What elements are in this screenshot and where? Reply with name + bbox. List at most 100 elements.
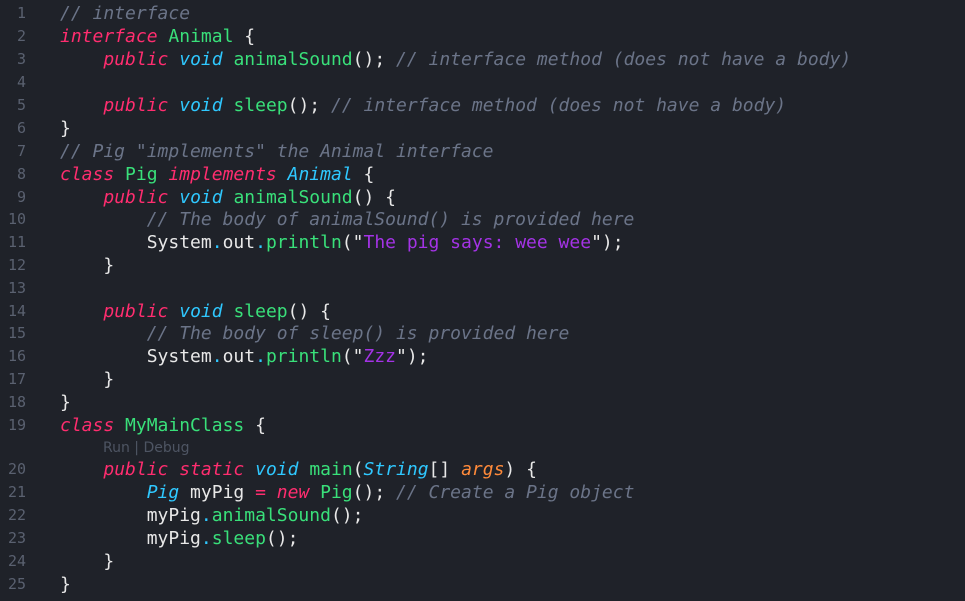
code-token: void [179, 49, 223, 70]
line-number: 18 [7, 393, 26, 411]
code-token: public [103, 95, 169, 116]
code-line-3[interactable]: 3 public void animalSound(); // interfac… [0, 48, 965, 71]
code-token: public [103, 459, 169, 480]
code-editor[interactable]: Run | Debug 1 // interface 2 interface Anim… [0, 0, 965, 601]
line-number: 22 [7, 506, 26, 524]
code-line-8[interactable]: 8 class Pig implements Animal { [0, 163, 965, 186]
code-line-20[interactable]: 20 public static void main(String[] args… [0, 458, 965, 481]
code-line-1[interactable]: 1 // interface [0, 2, 965, 25]
code-token: (); [265, 528, 299, 549]
code-text: } [60, 550, 114, 573]
code-line-5[interactable]: 5 public void sleep(); // interface meth… [0, 94, 965, 117]
code-text: public void sleep(); // interface method… [60, 94, 786, 117]
code-text: System.out.println("The pig says: wee we… [60, 231, 624, 254]
line-number: 1 [16, 4, 26, 22]
line-number: 17 [7, 370, 26, 388]
line-number: 23 [7, 529, 26, 547]
code-token: sleep [233, 95, 288, 116]
code-token: (" [341, 346, 364, 367]
code-token: "); [396, 346, 429, 367]
code-line-22[interactable]: 22 myPig.animalSound(); [0, 504, 965, 527]
code-line-9[interactable]: 9 public void animalSound() { [0, 186, 965, 209]
code-line-12[interactable]: 12 } [0, 254, 965, 277]
line-number: 6 [16, 119, 26, 137]
code-line-7[interactable]: 7 // Pig "implements" the Animal interfac… [0, 140, 965, 163]
code-text: } [60, 254, 114, 277]
code-token: sleep [233, 301, 288, 322]
code-line-16[interactable]: 16 System.out.println("Zzz"); [0, 345, 965, 368]
code-text: public void animalSound() { [60, 186, 396, 209]
code-token: void [179, 187, 223, 208]
code-text: Pig myPig = new Pig(); // Create a Pig o… [60, 481, 635, 504]
code-text: myPig.sleep(); [60, 527, 299, 550]
code-token: () { [287, 301, 331, 322]
line-number: 14 [7, 302, 26, 320]
code-text: } [60, 368, 114, 391]
code-text: public void animalSound(); // interface … [60, 48, 851, 71]
code-line-10[interactable]: 10 // The body of animalSound() is provi… [0, 208, 965, 231]
code-token: Pig [320, 482, 353, 503]
code-text: myPig.animalSound(); [60, 504, 364, 527]
line-number: 16 [7, 347, 26, 365]
code-token: (); [352, 482, 396, 503]
code-token: = [255, 482, 266, 503]
code-token: static [179, 459, 245, 480]
code-line-11[interactable]: 11 System.out.println("The pig says: wee… [0, 231, 965, 254]
code-token: () { [352, 187, 397, 208]
code-token: class [60, 164, 115, 185]
code-token: . [255, 232, 266, 253]
code-line-24[interactable]: 24 } [0, 550, 965, 573]
code-token: Pig [146, 482, 180, 503]
code-token: new [276, 482, 310, 503]
code-token: Animal [287, 164, 353, 185]
code-text: } [60, 573, 71, 596]
code-text: } [60, 391, 71, 414]
code-token: "); [591, 232, 624, 253]
line-number: 21 [7, 483, 26, 501]
code-token: ( [352, 459, 364, 480]
code-line-2[interactable]: 2 interface Animal { [0, 25, 965, 48]
code-token: // The body of animalSound() is provided… [146, 209, 635, 230]
line-number: 15 [7, 324, 26, 342]
code-token: } [60, 118, 71, 139]
code-line-17[interactable]: 17 } [0, 368, 965, 391]
code-line-21[interactable]: 21 Pig myPig = new Pig(); // Create a Pi… [0, 481, 965, 504]
line-number: 19 [7, 416, 26, 434]
code-token: animalSound [233, 49, 353, 70]
code-line-13[interactable]: 13 [0, 277, 965, 300]
code-line-14[interactable]: 14 public void sleep() { [0, 300, 965, 323]
code-token: ) { [504, 459, 537, 480]
code-line-25[interactable]: 25} [0, 573, 965, 596]
code-line-4[interactable]: 4 [0, 71, 965, 94]
codelens-run-debug[interactable]: Run | Debug [103, 438, 190, 458]
code-token: } [103, 369, 115, 390]
code-token: The pig says: wee wee [363, 232, 592, 253]
code-line-19[interactable]: 19 class MyMainClass { [0, 414, 965, 437]
code-line-18[interactable]: 18} [0, 391, 965, 414]
code-line-15[interactable]: 15 // The body of sleep() is provided he… [0, 322, 965, 345]
code-text: interface Animal { [60, 25, 255, 48]
code-token: { [352, 164, 375, 185]
code-token: myPig [146, 528, 201, 549]
code-token: args [461, 459, 505, 480]
code-line-23[interactable]: 23 myPig.sleep(); [0, 527, 965, 550]
code-token: out [222, 346, 256, 367]
code-line-6[interactable]: 6} [0, 117, 965, 140]
line-number: 4 [16, 73, 26, 91]
